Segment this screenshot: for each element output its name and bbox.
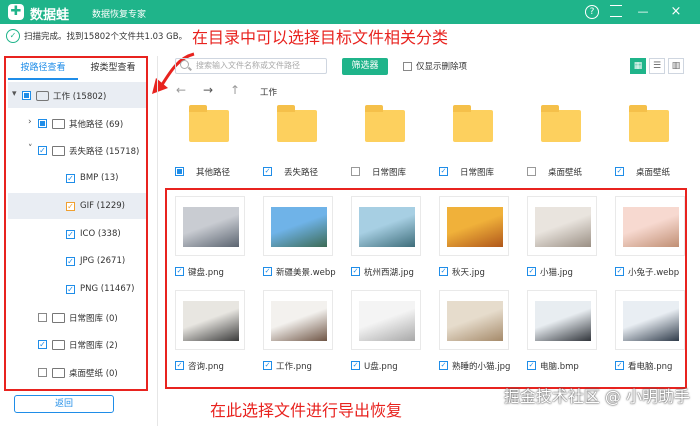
grid-view-icon[interactable]: ▦ xyxy=(630,58,646,74)
folder-checkbox[interactable]: ✓ xyxy=(615,167,624,176)
watermark: 掘金技术社区 @ 小明助手 xyxy=(503,387,690,406)
nav-up-icon[interactable]: ↑ xyxy=(230,83,240,97)
folder-name: 日常图库 xyxy=(460,168,495,178)
app-logo-icon: ✚ xyxy=(8,4,24,20)
search-icon xyxy=(180,60,189,69)
folder-icon[interactable] xyxy=(541,105,581,142)
minimize-icon[interactable]: — xyxy=(635,4,651,20)
app-subtitle: 数据恢复专家 xyxy=(92,10,147,20)
nav-forward-icon[interactable]: → xyxy=(203,83,213,97)
nav-back-icon[interactable]: ← xyxy=(176,83,186,97)
filter-button[interactable]: 筛选器 xyxy=(342,58,388,75)
folder-checkbox[interactable] xyxy=(351,167,360,176)
folder-checkbox[interactable]: ✓ xyxy=(263,167,272,176)
folder-name: 丢失路径 xyxy=(284,168,319,178)
menu-icon[interactable] xyxy=(610,5,622,17)
folder-checkbox[interactable]: ✓ xyxy=(439,167,448,176)
folder-checkbox[interactable] xyxy=(527,167,536,176)
breadcrumb-path: 工作 xyxy=(260,88,278,98)
folder-icon[interactable] xyxy=(277,105,317,142)
annotation-bottom: 在此选择文件进行导出恢复 xyxy=(210,401,403,420)
app-name: 数据蛙 xyxy=(30,8,70,23)
help-icon[interactable]: ? xyxy=(585,5,599,19)
scan-status: 扫描完成。找到15802个文件共1.03 GB。 xyxy=(24,32,188,42)
folder-icon[interactable] xyxy=(189,105,229,142)
folder-icon[interactable] xyxy=(365,105,405,142)
folder-name: 桌面壁纸 xyxy=(548,168,583,178)
list-view-icon[interactable]: ☰ xyxy=(649,58,665,74)
folder-icon[interactable] xyxy=(453,105,493,142)
folder-name: 日常图库 xyxy=(372,168,407,178)
close-icon[interactable]: × xyxy=(668,4,684,20)
check-circle-icon: ✓ xyxy=(6,29,20,43)
folder-name: 其他路径 xyxy=(196,168,231,178)
detail-view-icon[interactable]: ▥ xyxy=(668,58,684,74)
only-deleted-checkbox[interactable] xyxy=(403,62,412,71)
folder-name: 桌面壁纸 xyxy=(636,168,671,178)
search-input[interactable]: 搜索输入文件名称或文件路径 xyxy=(175,58,327,74)
back-button[interactable]: 返回 xyxy=(14,395,114,413)
files-highlight-box xyxy=(165,188,687,389)
pane-divider xyxy=(157,56,158,426)
only-deleted-label: 仅显示删除项 xyxy=(416,62,468,72)
annotation-top: 在目录中可以选择目标文件相关分类 xyxy=(192,28,449,47)
tree-highlight-box xyxy=(4,56,148,391)
folder-icon[interactable] xyxy=(629,105,669,142)
folder-checkbox[interactable] xyxy=(175,167,184,176)
title-bar: ✚ 数据蛙 数据恢复专家 ? — × xyxy=(0,0,700,24)
